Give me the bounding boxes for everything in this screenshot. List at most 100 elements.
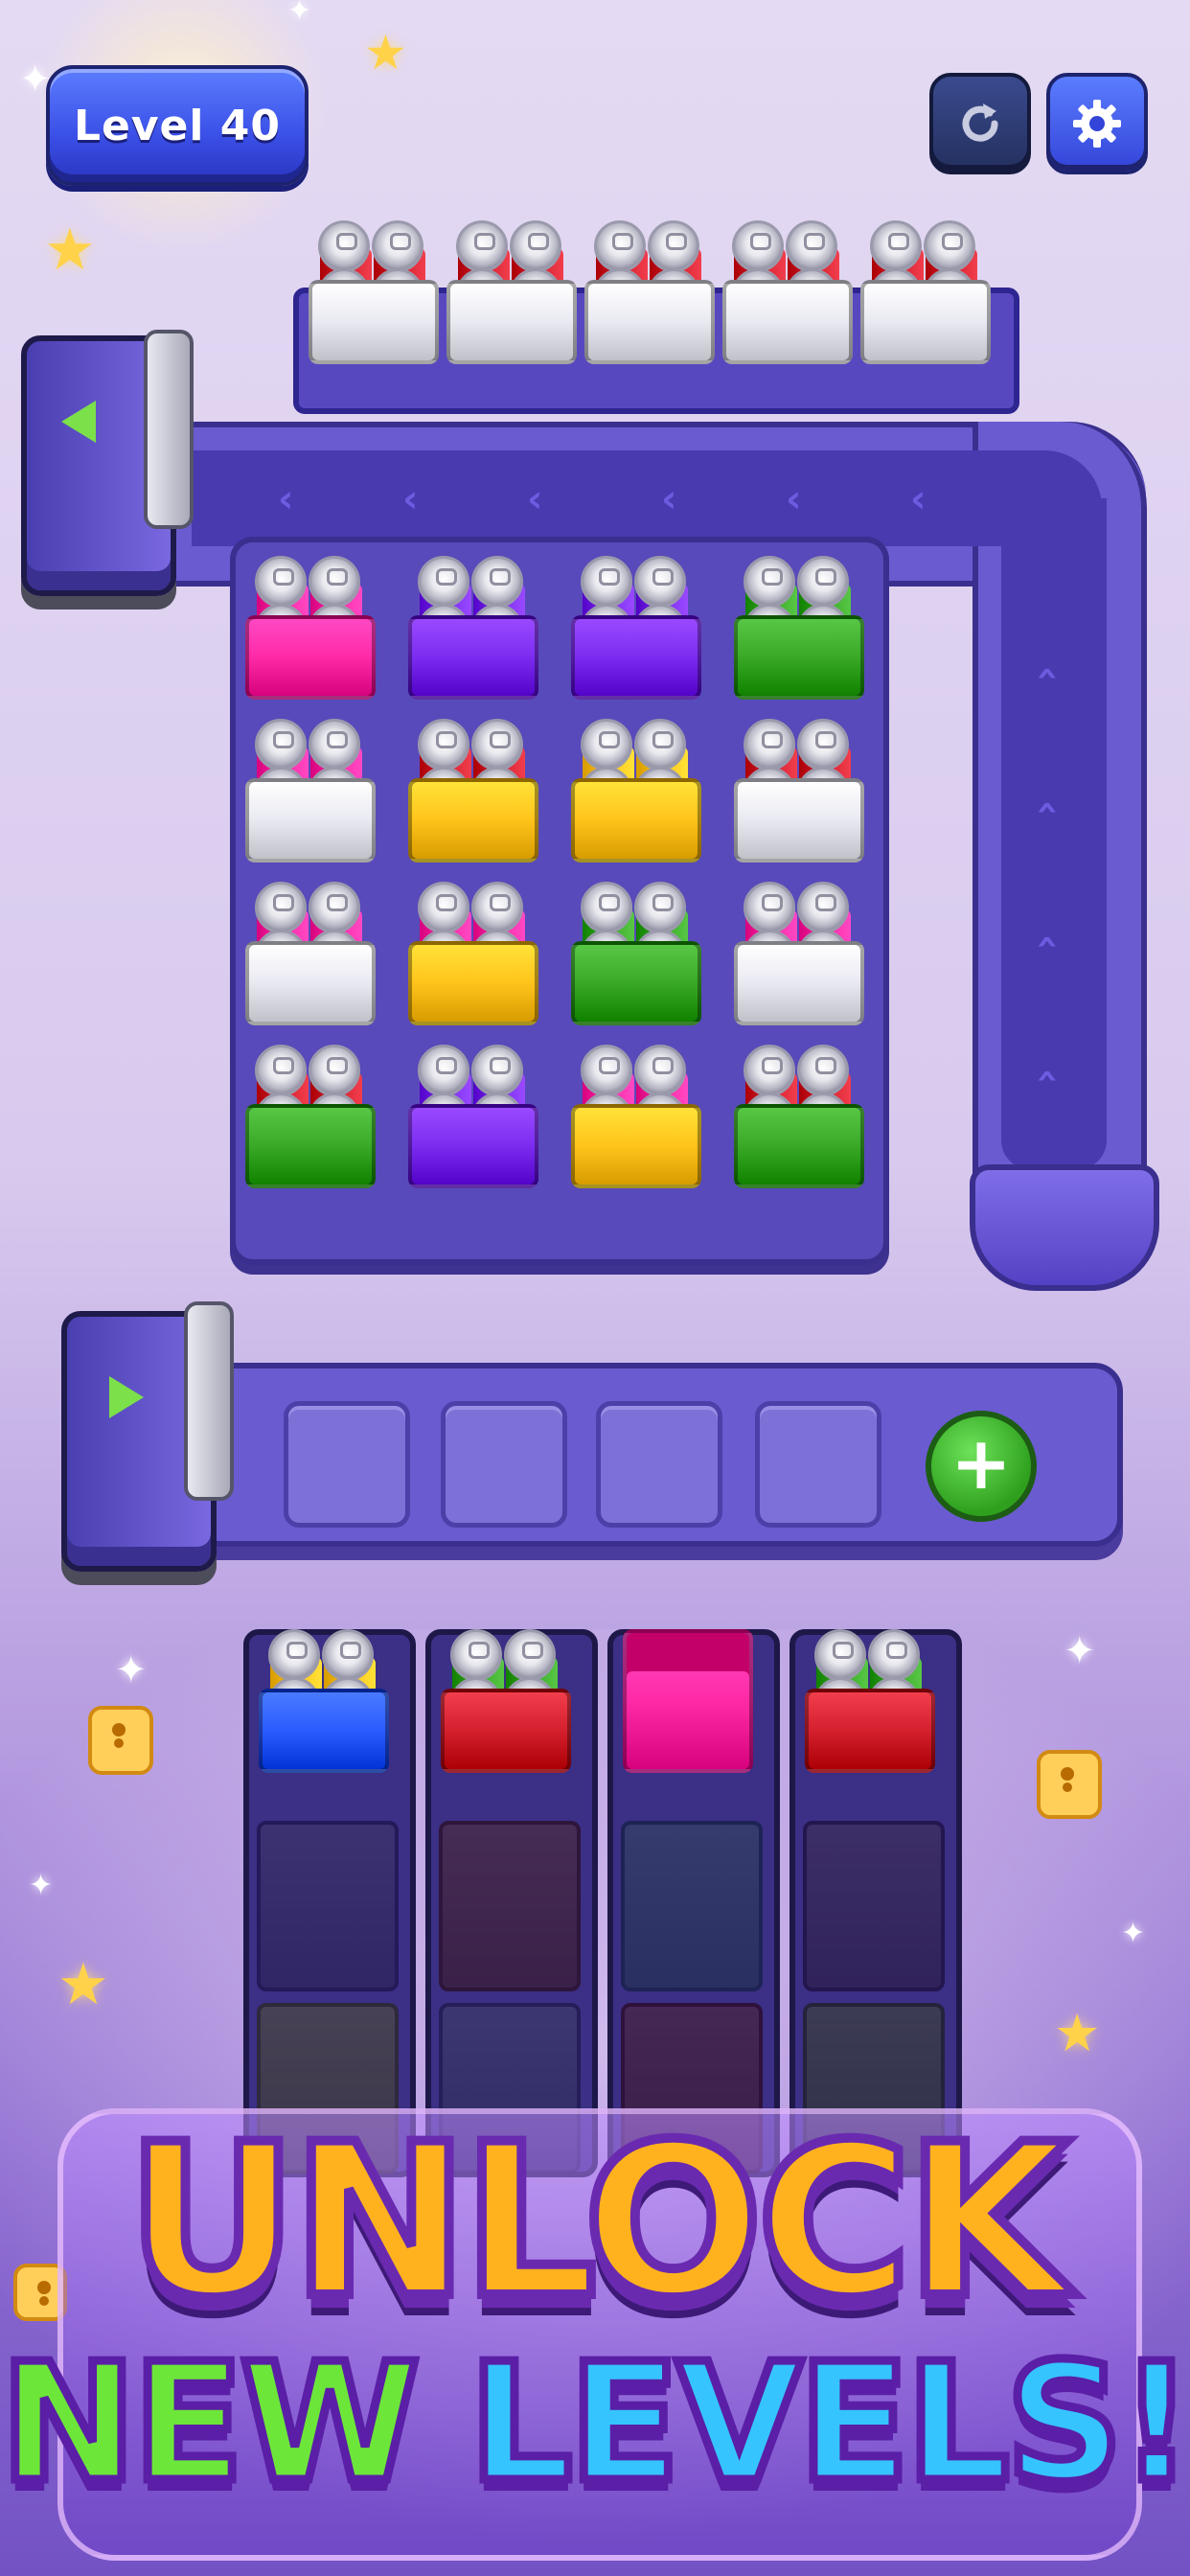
can-icon: [309, 556, 360, 608]
holding-slot[interactable]: [284, 1401, 410, 1528]
star-icon: ★: [57, 1951, 109, 2018]
crate[interactable]: [245, 556, 376, 700]
crate[interactable]: [571, 1045, 701, 1188]
can-icon: [924, 220, 975, 272]
settings-button[interactable]: [1046, 73, 1148, 174]
chevron-left-icon: ‹: [527, 477, 543, 521]
can-icon: [504, 1629, 556, 1681]
locked-crate: [803, 1821, 945, 1991]
crate[interactable]: [408, 719, 538, 862]
star-icon: ★: [44, 217, 96, 284]
sparkle-icon: ✦: [1121, 1917, 1146, 1950]
can-icon: [418, 719, 469, 770]
can-icon: [744, 1045, 795, 1096]
promo-word-new: NEW: [0, 2325, 424, 2523]
can-icon: [634, 719, 686, 770]
lock-icon: [1037, 1750, 1102, 1819]
chevron-up-icon: ‹: [1026, 933, 1071, 951]
holding-slot[interactable]: [441, 1401, 567, 1528]
crate[interactable]: [309, 220, 439, 364]
crate[interactable]: [441, 1629, 571, 1773]
can-icon: [309, 1045, 360, 1096]
can-icon: [870, 220, 922, 272]
crate[interactable]: [805, 1629, 935, 1773]
can-icon: [471, 882, 523, 933]
sparkle-icon: ✦: [29, 1869, 54, 1902]
can-icon: [372, 220, 423, 272]
lock-icon: [88, 1706, 153, 1775]
can-icon: [456, 220, 508, 272]
crate[interactable]: [408, 556, 538, 700]
can-icon: [309, 882, 360, 933]
conveyor-pusher[interactable]: [21, 330, 194, 604]
crate[interactable]: [734, 882, 864, 1025]
holding-slot[interactable]: [596, 1401, 722, 1528]
crate[interactable]: [722, 220, 853, 364]
can-icon: [309, 719, 360, 770]
plus-icon: +: [950, 1420, 1012, 1506]
can-icon: [814, 1629, 866, 1681]
crate[interactable]: [623, 1629, 753, 1773]
crate[interactable]: [245, 719, 376, 862]
can-icon: [786, 220, 837, 272]
can-icon: [634, 882, 686, 933]
can-icon: [797, 719, 849, 770]
can-icon: [255, 882, 307, 933]
add-slot-button[interactable]: +: [926, 1411, 1037, 1522]
can-icon: [744, 719, 795, 770]
sparkle-icon: ✦: [1064, 1629, 1096, 1673]
conveyor-end: [970, 1164, 1159, 1291]
locked-crate: [439, 1821, 581, 1991]
can-icon: [594, 220, 646, 272]
can-icon: [648, 220, 699, 272]
crate[interactable]: [259, 1629, 389, 1773]
locked-crate: [257, 1821, 399, 1991]
can-icon: [471, 719, 523, 770]
can-icon: [418, 556, 469, 608]
crate[interactable]: [860, 220, 991, 364]
crate[interactable]: [571, 556, 701, 700]
sparkle-icon: ✦: [287, 0, 312, 28]
tray-pusher[interactable]: [61, 1301, 234, 1579]
star-icon: ★: [1054, 2003, 1101, 2063]
crate[interactable]: [446, 220, 577, 364]
crate[interactable]: [408, 882, 538, 1025]
can-icon: [581, 1045, 632, 1096]
restart-button[interactable]: [929, 73, 1031, 174]
can-icon: [797, 556, 849, 608]
crate[interactable]: [245, 1045, 376, 1188]
sparkle-icon: ✦: [115, 1648, 148, 1692]
can-icon: [634, 556, 686, 608]
can-icon: [255, 556, 307, 608]
level-badge: Level 40: [46, 65, 309, 186]
promo-headline-line1: UNLOCK: [122, 2094, 1074, 2349]
can-icon: [255, 719, 307, 770]
chevron-left-icon: ‹: [661, 477, 677, 521]
arrow-right-icon: [109, 1376, 144, 1418]
level-label: Level 40: [73, 101, 282, 150]
can-icon: [322, 1629, 374, 1681]
can-icon: [510, 220, 561, 272]
crate[interactable]: [245, 882, 376, 1025]
crate[interactable]: [571, 719, 701, 862]
crate[interactable]: [571, 882, 701, 1025]
crate[interactable]: [734, 1045, 864, 1188]
crate[interactable]: [584, 220, 715, 364]
arrow-left-icon: [61, 401, 96, 443]
restart-icon: [962, 104, 998, 142]
can-icon: [418, 1045, 469, 1096]
chevron-left-icon: ‹: [278, 477, 294, 521]
can-icon: [255, 1045, 307, 1096]
can-icon: [634, 1045, 686, 1096]
chevron-left-icon: ‹: [910, 477, 927, 521]
chevron-up-icon: ‹: [1026, 1068, 1071, 1085]
star-icon: ★: [364, 25, 407, 80]
promo-headline-line2: NEW LEVELS!: [0, 2325, 1190, 2523]
crate[interactable]: [734, 556, 864, 700]
crate[interactable]: [408, 1045, 538, 1188]
crate[interactable]: [734, 719, 864, 862]
can-icon: [418, 882, 469, 933]
holding-slot[interactable]: [755, 1401, 881, 1528]
can-icon: [471, 556, 523, 608]
can-icon: [471, 1045, 523, 1096]
